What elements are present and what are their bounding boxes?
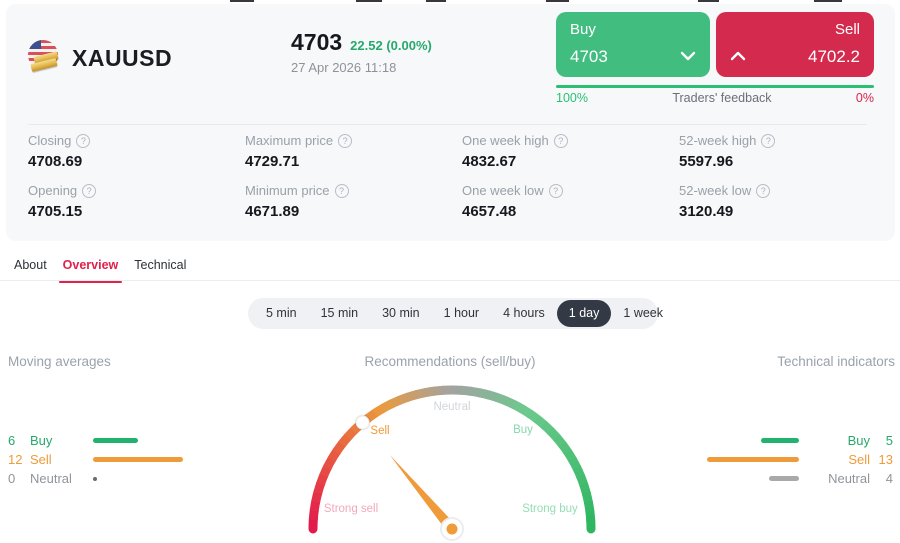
chevron-up-icon[interactable] — [730, 48, 746, 66]
tab-technical[interactable]: Technical — [134, 258, 186, 280]
tab-overview[interactable]: Overview — [58, 258, 122, 283]
stat-one-week-low: One week low? 4657.48 — [462, 183, 679, 220]
gauge-label-neutral: Neutral — [433, 401, 471, 413]
ma-buy-row: 6 Buy — [8, 431, 183, 450]
help-icon[interactable]: ? — [761, 133, 776, 148]
content-tabs: About Overview Technical — [14, 258, 186, 283]
ti-neutral-bar — [769, 476, 799, 481]
stat-opening: Opening? 4705.15 — [28, 183, 245, 220]
instrument-overview-page: XAUUSD 4703 22.52 (0.00%) 27 Apr 2026 11… — [0, 0, 900, 543]
top-edge-artifact — [814, 0, 842, 2]
top-edge-artifact — [426, 0, 446, 2]
recommendations-title: Recommendations (sell/buy) — [364, 354, 536, 369]
ti-sell-bar — [707, 457, 799, 462]
technical-indicators-title: Technical indicators — [777, 354, 895, 369]
instrument-symbol: XAUUSD — [72, 45, 173, 71]
help-icon[interactable]: ? — [548, 183, 563, 198]
timeframe-1day[interactable]: 1 day — [556, 300, 612, 327]
top-edge-artifact — [356, 0, 382, 2]
timeframe-1hour[interactable]: 1 hour — [432, 300, 491, 327]
price-timestamp: 27 Apr 2026 11:18 — [291, 60, 397, 75]
ti-buy-bar — [761, 438, 799, 443]
help-icon[interactable]: ? — [553, 133, 568, 148]
buy-price: 4703 — [570, 47, 608, 66]
gauge-label-strong-sell: Strong sell — [323, 503, 379, 515]
traders-feedback-labels: 100% Traders' feedback 0% — [556, 91, 874, 105]
help-icon[interactable]: ? — [338, 133, 353, 148]
timeframe-1week[interactable]: 1 week — [611, 300, 675, 327]
top-edge-artifact — [698, 0, 719, 2]
stat-52-week-high: 52-week high? 5597.96 — [679, 133, 896, 170]
timeframe-15min[interactable]: 15 min — [309, 300, 371, 327]
timeframe-30min[interactable]: 30 min — [370, 300, 432, 327]
feedback-label: Traders' feedback — [672, 91, 772, 105]
technical-indicators-summary: Buy 5 Sell 13 Neutral 4 — [703, 431, 893, 488]
timeframe-selector: 5 min 15 min 30 min 1 hour 4 hours 1 day… — [248, 298, 663, 329]
tabs-divider — [0, 280, 900, 281]
traders-feedback-bar — [556, 85, 874, 88]
stat-closing: Closing? 4708.69 — [28, 133, 245, 170]
ti-buy-row: Buy 5 — [703, 431, 893, 450]
chevron-down-icon[interactable] — [680, 48, 696, 66]
gauge-label-sell: Sell — [370, 425, 390, 437]
ma-neutral-bar — [93, 476, 97, 481]
buy-button[interactable]: Buy 4703 — [556, 12, 710, 77]
sell-button-label: Sell — [834, 21, 860, 38]
feedback-buy-percent: 100% — [556, 91, 588, 105]
gauge-label-buy: Buy — [513, 424, 533, 436]
buy-button-label: Buy — [570, 21, 596, 38]
sell-button[interactable]: Sell 4702.2 — [716, 12, 874, 77]
tab-about[interactable]: About — [14, 258, 47, 280]
gauge-label-strong-buy: Strong buy — [522, 503, 578, 515]
moving-averages-summary: 6 Buy 12 Sell 0 Neutral — [8, 431, 183, 488]
stat-one-week-high: One week high? 4832.67 — [462, 133, 679, 170]
sell-price: 4702.2 — [808, 47, 860, 66]
top-edge-artifact — [546, 0, 569, 2]
ma-neutral-row: 0 Neutral — [8, 469, 183, 488]
help-icon[interactable]: ? — [334, 183, 349, 198]
timeframe-5min[interactable]: 5 min — [254, 300, 309, 327]
ma-sell-bar — [93, 457, 183, 462]
ma-buy-bar — [93, 438, 138, 443]
ma-sell-row: 12 Sell — [8, 450, 183, 469]
price-block: 4703 22.52 (0.00%) 27 Apr 2026 11:18 — [291, 29, 432, 75]
stats-grid: Closing? 4708.69 Maximum price? 4729.71 … — [28, 133, 896, 220]
help-icon[interactable]: ? — [82, 183, 97, 198]
feedback-sell-percent: 0% — [855, 91, 874, 105]
price-change: 22.52 (0.00%) — [350, 38, 432, 53]
help-icon[interactable]: ? — [76, 133, 91, 148]
xauusd-flag-icon — [28, 40, 60, 73]
ti-neutral-row: Neutral 4 — [703, 469, 893, 488]
instrument-header-card: XAUUSD 4703 22.52 (0.00%) 27 Apr 2026 11… — [6, 4, 895, 241]
stat-maximum-price: Maximum price? 4729.71 — [245, 133, 462, 170]
timeframe-4hours[interactable]: 4 hours — [491, 300, 557, 327]
help-icon[interactable]: ? — [756, 183, 771, 198]
top-edge-artifact — [230, 0, 254, 2]
header-divider — [28, 124, 867, 125]
stat-52-week-low: 52-week low? 3120.49 — [679, 183, 896, 220]
ti-sell-row: Sell 13 — [703, 450, 893, 469]
current-price: 4703 — [291, 29, 343, 55]
stat-minimum-price: Minimum price? 4671.89 — [245, 183, 462, 220]
